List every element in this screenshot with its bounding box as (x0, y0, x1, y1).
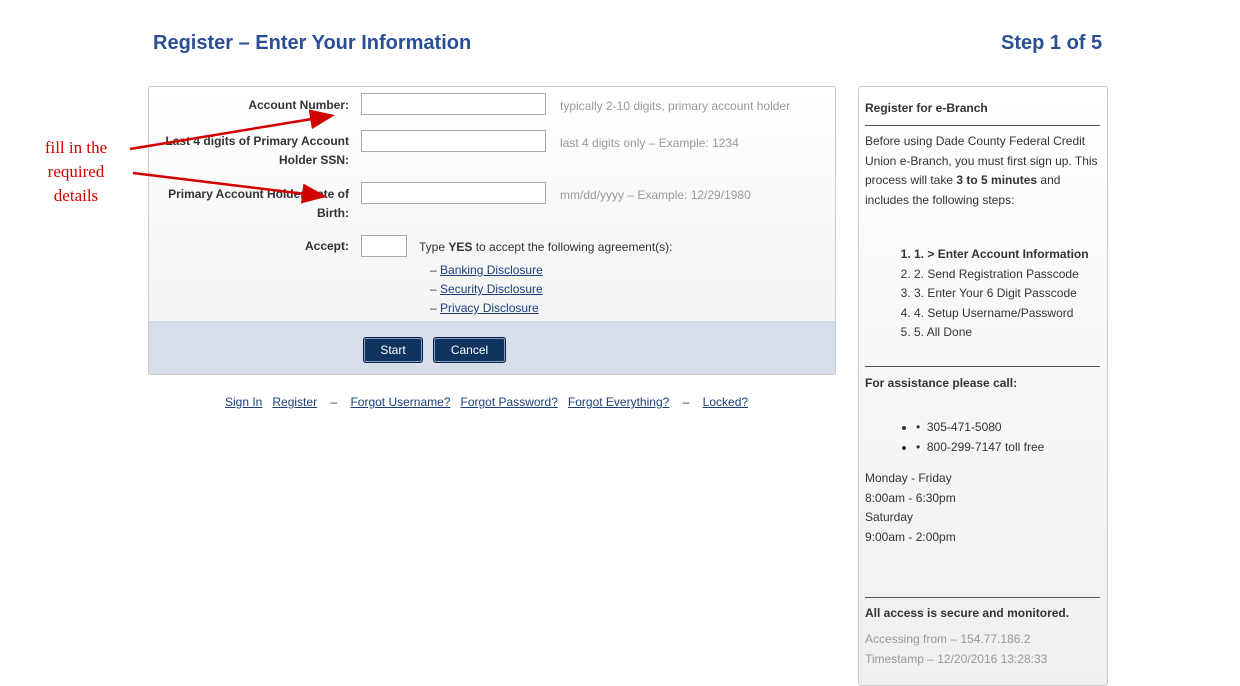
ssn-hint: last 4 digits only – Example: 1234 (560, 136, 739, 150)
steps-list: 1. > Enter Account Information 2. Send R… (874, 245, 1149, 343)
info-sidebar: Register for e-Branch Before using Dade … (858, 86, 1108, 686)
sidebar-intro: Before using Dade County Federal Credit … (865, 134, 1098, 207)
dob-label-line2: Birth: (317, 206, 349, 220)
accessing-from: Accessing from – 154.77.186.2 (865, 632, 1031, 646)
dob-label: Primary Account Holder Date of Birth: (168, 185, 349, 223)
accept-label: Accept: (304, 239, 349, 253)
assistance-title: For assistance please call: (865, 376, 1018, 390)
registration-form: Account Number: typically 2-10 digits, p… (148, 86, 836, 375)
ssn-label-line1: Last 4 digits of Primary Account (165, 134, 349, 148)
ssn-label: Last 4 digits of Primary Account Holder … (165, 132, 349, 170)
forgot-password-link[interactable]: Forgot Password? (461, 395, 558, 409)
step-item: 4. Setup Username/Password (914, 304, 1149, 324)
step-item: 2. Send Registration Passcode (914, 265, 1149, 285)
accept-input[interactable] (361, 235, 407, 257)
access-info: Accessing from – 154.77.186.2 Timestamp … (865, 630, 1100, 669)
auth-links: Sign In Register – Forgot Username? Forg… (225, 395, 748, 409)
forgot-username-link[interactable]: Forgot Username? (350, 395, 450, 409)
dob-hint: mm/dd/yyyy – Example: 12/29/1980 (560, 188, 751, 202)
step-item: 5. All Done (914, 323, 1149, 343)
step-item: 3. Enter Your 6 Digit Passcode (914, 284, 1149, 304)
accept-yes-keyword: YES (448, 240, 473, 254)
account-number-label: Account Number: (248, 98, 349, 112)
phone-item: • 305-471-5080 (916, 418, 1151, 438)
cancel-button[interactable]: Cancel (433, 337, 506, 363)
disclosure-item: – Banking Disclosure (430, 263, 543, 277)
banking-disclosure-link[interactable]: Banking Disclosure (440, 263, 543, 277)
sign-in-link[interactable]: Sign In (225, 395, 262, 409)
separator: – (682, 395, 690, 409)
account-number-input[interactable] (361, 93, 546, 115)
phone-item: • 800-299-7147 toll free (916, 438, 1151, 458)
divider (865, 125, 1100, 126)
dob-label-line1: Primary Account Holder Date of (168, 187, 349, 201)
security-disclosure-link[interactable]: Security Disclosure (440, 282, 543, 296)
step-item-current: 1. > Enter Account Information (914, 245, 1149, 265)
privacy-disclosure-link[interactable]: Privacy Disclosure (440, 301, 539, 315)
business-hours: Monday - Friday 8:00am - 6:30pm Saturday… (865, 471, 956, 544)
start-button[interactable]: Start (363, 337, 423, 363)
timestamp: Timestamp – 12/20/2016 13:28:33 (865, 651, 1048, 666)
security-notice: All access is secure and monitored. (865, 606, 1070, 620)
disclosure-item: – Security Disclosure (430, 282, 543, 296)
register-link[interactable]: Register (272, 395, 317, 409)
account-number-hint: typically 2-10 digits, primary account h… (560, 99, 791, 113)
ssn-label-line2: Holder SSN: (278, 153, 349, 167)
sidebar-title: Register for e-Branch (865, 101, 988, 115)
disclosure-item: – Privacy Disclosure (430, 301, 539, 315)
accept-instructions: Type YES to accept the following agreeme… (419, 240, 673, 254)
dob-input[interactable] (361, 182, 546, 204)
page-title: Register – Enter Your Information (153, 32, 472, 54)
forgot-everything-link[interactable]: Forgot Everything? (568, 395, 669, 409)
step-indicator: Step 1 of 5 (1001, 32, 1103, 54)
annotation-note: fill in the required details (44, 138, 108, 205)
separator: – (330, 395, 338, 409)
ssn-input[interactable] (361, 130, 546, 152)
divider (865, 366, 1100, 367)
phone-list: • 305-471-5080 • 800-299-7147 toll free (876, 418, 1151, 457)
divider (865, 597, 1100, 598)
locked-link[interactable]: Locked? (703, 395, 748, 409)
